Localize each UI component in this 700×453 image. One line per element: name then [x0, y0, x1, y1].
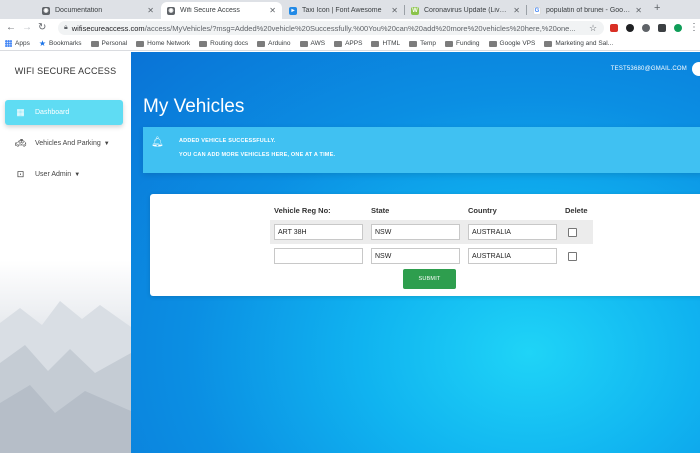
delete-checkbox[interactable]	[568, 227, 577, 237]
vehicles-card: Vehicle Reg No: State Country Delete ART…	[150, 194, 700, 296]
success-alert: 🔔︎ ADDED VEHICLE SUCCESSFULLY. YOU CAN A…	[143, 127, 700, 173]
close-icon[interactable]: ✕	[391, 6, 398, 15]
folder-icon	[445, 40, 454, 47]
table-header-row: Vehicle Reg No: State Country Delete	[270, 200, 593, 220]
close-icon[interactable]: ✕	[147, 6, 154, 15]
tab-wifi-secure-access[interactable]: ◉ Wifi Secure Access ✕	[161, 2, 282, 19]
worldometer-icon: W	[411, 6, 419, 15]
tab-google-search[interactable]: G populatin of brunei - Google Se ✕	[527, 2, 648, 19]
submit-button[interactable]: SUBMIT	[403, 269, 456, 289]
taxi-icon: 🚕︎	[15, 138, 27, 148]
page-title: My Vehicles	[143, 96, 245, 117]
user-admin-icon: ⊡	[16, 169, 25, 179]
sidebar-item-label: Vehicles And Parking	[35, 140, 101, 147]
close-icon[interactable]: ✕	[269, 6, 276, 15]
star-icon: ★	[38, 39, 46, 48]
folder-icon	[299, 40, 308, 47]
delete-checkbox[interactable]	[568, 251, 577, 261]
profile-icon[interactable]	[674, 24, 682, 32]
folder-icon	[199, 40, 208, 47]
mountain-background	[0, 301, 131, 453]
country-input[interactable]	[468, 224, 557, 240]
bookmark-folder[interactable]: Personal	[90, 40, 127, 47]
column-header: Country	[464, 200, 561, 220]
vehicle-reg-input[interactable]	[274, 248, 363, 264]
browser-toolbar: ← → ↻ 🔒︎ wifisecureaccess.com/access/MyV…	[0, 19, 700, 37]
bookmark-folder[interactable]: AWS	[299, 40, 325, 47]
vehicles-table: Vehicle Reg No: State Country Delete	[270, 200, 593, 268]
bookmark-folder[interactable]: Arduino	[257, 40, 291, 47]
bookmark-folder[interactable]: Funding	[445, 40, 480, 47]
column-header: Delete	[561, 200, 593, 220]
bookmark-folder[interactable]: Routing docs	[199, 40, 248, 47]
extension-icon[interactable]	[642, 24, 650, 32]
folder-icon	[544, 40, 553, 47]
chevron-down-icon: ▼	[103, 140, 110, 147]
web-page: WIFI SECURE ACCESS ▦ Dashboard 🚕︎ Vehicl…	[0, 52, 700, 453]
sidebar-item-label: User Admin	[35, 171, 72, 178]
close-icon[interactable]: ✕	[513, 6, 520, 15]
folder-icon	[90, 40, 99, 47]
tab-coronavirus[interactable]: W Coronavirus Update (Live): 1,2 ✕	[405, 2, 526, 19]
country-input[interactable]	[468, 248, 557, 264]
column-header: State	[367, 200, 464, 220]
chevron-down-icon: ▼	[74, 171, 81, 178]
sidebar-item-dashboard[interactable]: ▦ Dashboard	[5, 100, 123, 125]
main-content: TEST53680@GMAIL.COM My Vehicles 🔔︎ ADDED…	[131, 52, 700, 453]
menu-kebab-icon[interactable]: ⋮	[689, 21, 699, 35]
close-icon[interactable]: ✕	[635, 6, 642, 15]
tab-font-awesome[interactable]: ▸ Taxi Icon | Font Awesome ✕	[283, 2, 404, 19]
bookmark-folder[interactable]: Temp	[409, 40, 436, 47]
folder-icon	[488, 40, 497, 47]
extension-adblock-icon[interactable]	[610, 24, 618, 32]
back-icon[interactable]: ←	[6, 21, 16, 35]
sidebar-item-user-admin[interactable]: ⊡ User Admin ▼	[5, 162, 123, 187]
reload-icon[interactable]: ↻	[38, 21, 46, 35]
alert-line-2: YOU CAN ADD MORE VEHICLES HERE, ONE AT A…	[179, 152, 336, 158]
forward-icon[interactable]: →	[22, 21, 32, 35]
folder-icon	[334, 40, 343, 47]
folder-icon	[371, 40, 380, 47]
address-bar[interactable]: 🔒︎ wifisecureaccess.com/access/MyVehicle…	[58, 21, 604, 35]
globe-icon: ◉	[42, 6, 50, 15]
bookmark-folder[interactable]: HTML	[371, 40, 400, 47]
state-input[interactable]	[371, 224, 460, 240]
bookmark-folder[interactable]: Home Network	[136, 40, 190, 47]
globe-icon: ◉	[167, 6, 175, 15]
bookmarks-bar: Apps ★ Bookmarks Personal Home Network Ro…	[0, 37, 700, 51]
folder-icon	[257, 40, 266, 47]
table-row	[270, 244, 593, 268]
sidebar: WIFI SECURE ACCESS ▦ Dashboard 🚕︎ Vehicl…	[0, 52, 131, 453]
apps-grid-icon	[5, 40, 12, 47]
bookmark-bookmarks[interactable]: ★ Bookmarks	[39, 39, 82, 48]
sidebar-item-label: Dashboard	[35, 109, 70, 116]
tab-documentation[interactable]: ◉ Documentation ✕	[36, 2, 160, 19]
vehicle-reg-input[interactable]	[274, 224, 363, 240]
column-header: Vehicle Reg No:	[270, 200, 367, 220]
new-tab-icon[interactable]: +	[654, 2, 660, 14]
lock-icon: 🔒︎	[64, 24, 68, 31]
folder-icon	[136, 40, 145, 47]
google-icon: G	[533, 6, 541, 15]
bookmark-folder[interactable]: Google VPS	[488, 40, 535, 47]
bookmark-folder[interactable]: Marketing and Sal...	[544, 40, 613, 47]
extension-icon[interactable]	[658, 24, 666, 32]
user-email[interactable]: TEST53680@GMAIL.COM	[611, 66, 687, 72]
sidebar-item-vehicles-and-parking[interactable]: 🚕︎ Vehicles And Parking ▼	[5, 131, 123, 156]
bookmark-star-icon[interactable]: ☆	[589, 23, 597, 34]
avatar[interactable]	[692, 62, 700, 76]
browser-tab-strip: ◉ Documentation ✕ ◉ Wifi Secure Access ✕…	[0, 0, 700, 19]
table-row	[270, 220, 593, 244]
bell-icon: 🔔︎	[151, 137, 164, 148]
folder-icon	[409, 40, 418, 47]
extension-icon[interactable]	[626, 24, 634, 32]
state-input[interactable]	[371, 248, 460, 264]
font-awesome-icon: ▸	[289, 6, 297, 15]
alert-line-1: ADDED VEHICLE SUCCESSFULLY.	[179, 138, 276, 144]
brand-title: WIFI SECURE ACCESS	[14, 66, 117, 76]
bookmark-apps[interactable]: Apps	[5, 40, 30, 47]
dashboard-icon: ▦	[16, 107, 25, 117]
bookmark-folder[interactable]: APPS	[334, 40, 362, 47]
